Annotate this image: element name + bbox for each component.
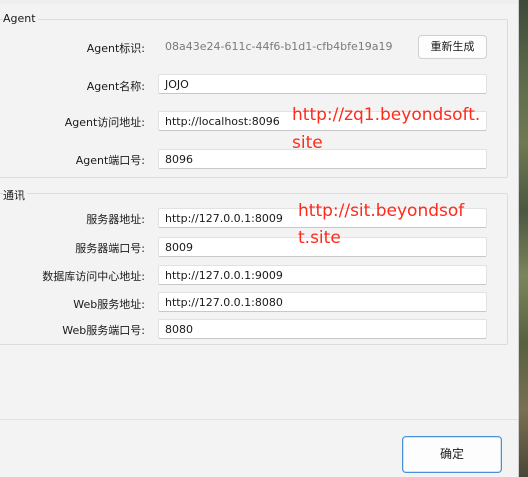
server-port-label: 服务器端口号: [75, 242, 145, 255]
web-service-address-field[interactable]: http://127.0.0.1:8080 [158, 292, 487, 312]
agent-name-field[interactable]: JOJO [158, 74, 487, 94]
server-address-label: 服务器地址: [86, 213, 145, 226]
annotation-url-sit-line1: http://sit.beyondsof [298, 201, 465, 221]
web-service-port-field[interactable]: 8080 [158, 319, 487, 339]
database-center-address-label: 数据库访问中心地址: [42, 270, 145, 283]
agent-address-label: Agent访问地址: [64, 116, 145, 129]
annotation-url-zq1-line1: http://zq1.beyondsoft. [292, 105, 481, 125]
web-service-address-label: Web服务地址: [73, 298, 145, 311]
agent-id-field: 08a43e24-611c-44f6-b1d1-cfb4bfe19a19 [164, 36, 410, 56]
annotation-url-zq1-line2: site [292, 133, 323, 153]
database-center-address-field[interactable]: http://127.0.0.1:9009 [158, 265, 487, 285]
agent-port-label: Agent端口号: [75, 154, 145, 167]
footer-separator [0, 419, 518, 420]
regenerate-button[interactable]: 重新生成 [418, 35, 487, 59]
settings-dialog: Agent Agent标识: 08a43e24-611c-44f6-b1d1-c… [0, 0, 518, 477]
agent-group-title: Agent [3, 12, 38, 25]
comm-group-title: 通讯 [3, 187, 27, 203]
ok-button[interactable]: 确定 [402, 436, 502, 473]
annotation-url-sit-line2: t.site [298, 228, 341, 248]
window-top-edge [0, 0, 518, 4]
agent-name-label: Agent名称: [86, 80, 145, 93]
agent-id-label: Agent标识: [86, 42, 145, 55]
desktop-background-strip [518, 0, 528, 477]
web-service-port-label: Web服务端口号: [62, 324, 145, 337]
